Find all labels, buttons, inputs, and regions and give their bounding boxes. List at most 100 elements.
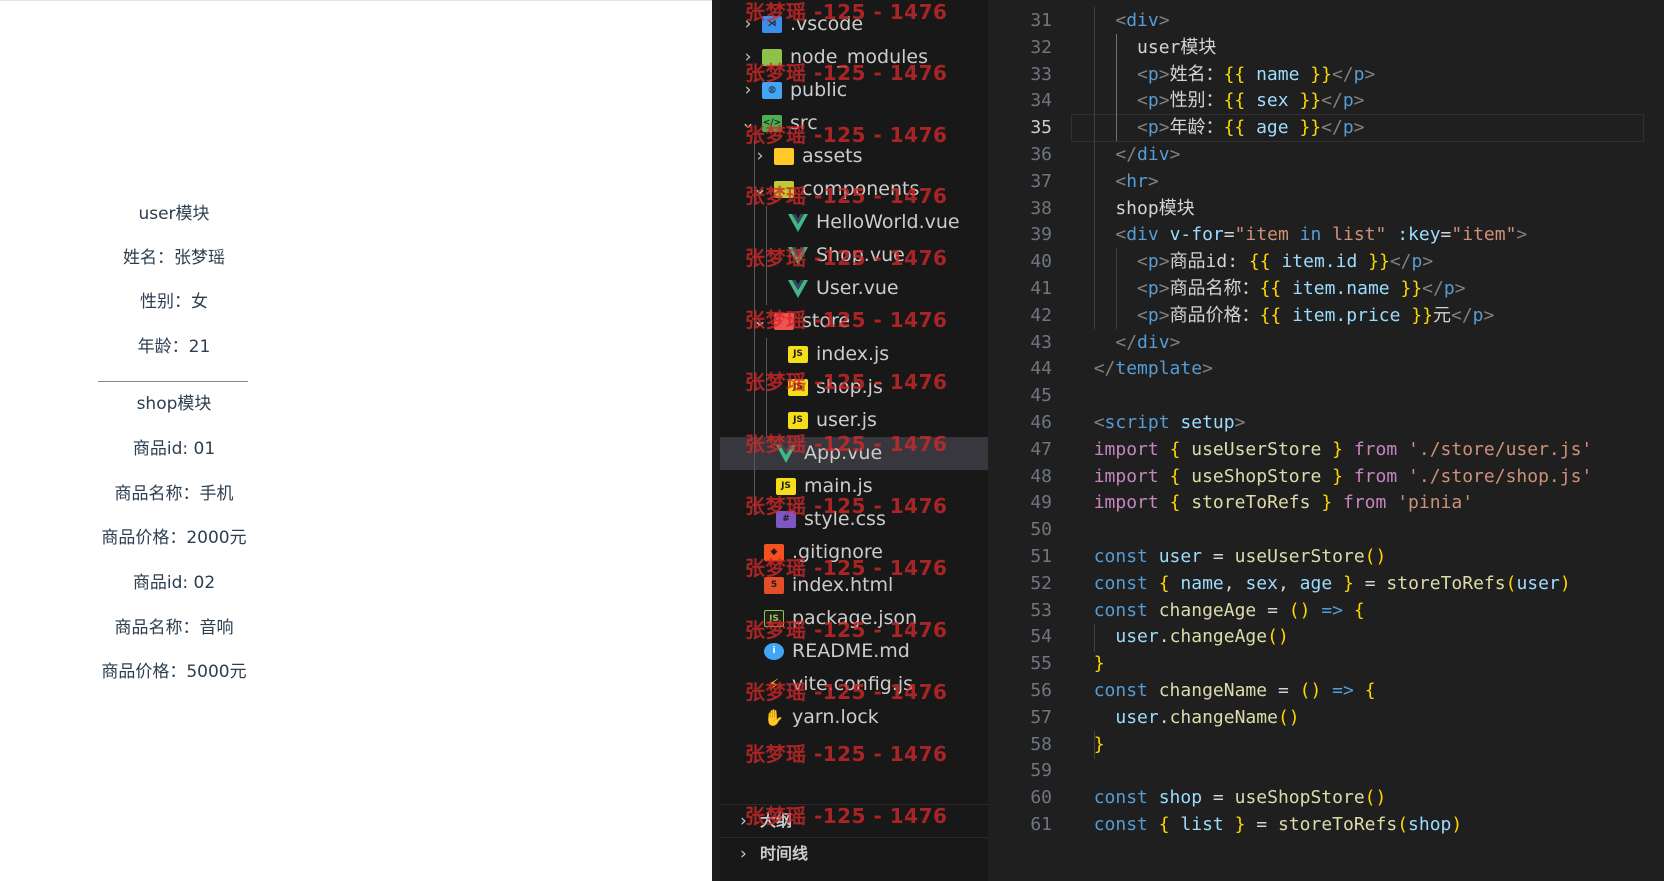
tree-item-vite-config-js[interactable]: ⚡ vite.config.js [720,668,988,701]
code-line[interactable]: <div v-for="item in list" :key="item"> [1072,221,1527,249]
tree-item-helloworld-vue[interactable]: HelloWorld.vue [720,206,988,239]
tree-item-label: App.vue [804,442,883,464]
preview-item1-name: 商品名称：手机 [114,484,234,504]
code-line[interactable]: <p>商品id: {{ item.id }}</p> [1072,248,1433,276]
code-line[interactable]: shop模块 [1072,195,1194,223]
code-line[interactable]: <hr> [1072,168,1158,196]
tree-item-label: Shop.vue [816,244,905,266]
line-number-gutter: 31 32 33 34 35 36 37 38 39 40 41 42 43 44 45 46 47 48 49 50… [988,0,1052,881]
code-line[interactable]: } [1072,650,1105,678]
tree-item-label: .gitignore [792,541,883,563]
code-line[interactable]: <p>姓名：{{ name }}</p> [1072,61,1375,89]
file-explorer: › ⋊ .vscode › node_modules › ◍ public ⌄ </> src › as… [712,0,988,881]
tree-item-app-vue[interactable]: App.vue [720,437,988,470]
tree-item-readme-md[interactable]: i README.md [720,635,988,668]
line-number: 57 [1030,706,1052,728]
line-number: 50 [1030,519,1052,541]
code-line[interactable]: const changeName = () => { [1072,677,1376,705]
line-number: 53 [1030,599,1052,621]
tree-item-label: store [802,310,851,332]
code-line[interactable]: const changeAge = () => { [1072,597,1365,625]
tree-item-index-js[interactable]: JS index.js [720,338,988,371]
tree-item-components[interactable]: ⌄ components [720,173,988,206]
tree-item-label: src [790,112,818,134]
tree-item-label: index.html [792,574,894,596]
tree-item-package-json[interactable]: JS package.json [720,602,988,635]
tree-item-label: shop.js [816,376,883,398]
code-line[interactable]: <div> [1072,7,1169,35]
line-number: 49 [1030,492,1052,514]
tree-item-user-js[interactable]: JS user.js [720,404,988,437]
node-folder-icon [762,49,782,66]
code-line[interactable]: <script setup> [1072,409,1246,437]
code-line[interactable]: </template> [1072,355,1213,383]
line-number: 36 [1030,144,1052,165]
code-editor[interactable]: 31 32 33 34 35 36 37 38 39 40 41 42 43 44 45 46 47 48 49 50… [988,0,1664,881]
timeline-section[interactable]: › 时间线 [720,837,988,869]
tree-item-gitignore[interactable]: ◆ .gitignore [720,536,988,569]
preview-item2-name: 商品名称：音响 [114,618,234,638]
code-line[interactable]: const { list } = storeToRefs(shop) [1072,811,1463,839]
code-line[interactable]: </div> [1072,141,1180,169]
preview-user-name: 姓名：张梦瑶 [123,248,225,268]
tree-item-store[interactable]: ⌄ store [720,305,988,338]
tree-item-shop-js[interactable]: JS shop.js [720,371,988,404]
tree-item-public[interactable]: › ◍ public [720,74,988,107]
tree-item-node-modules[interactable]: › node_modules [720,41,988,74]
line-number: 31 [1030,10,1052,31]
tree-item-label: user.js [816,409,877,431]
line-number: 58 [1030,733,1052,755]
components-folder-icon [774,181,794,198]
code-line[interactable]: const { name, sex, age } = storeToRefs(u… [1072,570,1571,598]
code-line[interactable]: </div> [1072,329,1180,357]
preview-shop-heading: shop模块 [136,394,212,414]
line-number: 33 [1030,63,1052,85]
tree-indent-guide [766,338,767,437]
src-folder-icon: </> [762,115,782,132]
tree-item-index-html[interactable]: 5 index.html [720,569,988,602]
js-file-icon: JS [776,478,796,495]
js-file-icon: JS [788,346,808,363]
line-number: 61 [1030,814,1052,835]
tree-item-label: HelloWorld.vue [816,211,960,233]
code-line[interactable]: import { storeToRefs } from 'pinia' [1072,489,1473,517]
code-line[interactable]: <p>商品名称：{{ item.name }}</p> [1072,275,1466,303]
preview-user-sex: 性别：女 [140,292,208,312]
tree-item-label: assets [802,145,863,167]
vite-file-icon: ⚡ [768,675,780,694]
code-line[interactable]: } [1072,731,1105,759]
tree-item-vscode[interactable]: › ⋊ .vscode [720,8,988,41]
preview-item1-price: 商品价格：2000元 [101,528,247,548]
code-line[interactable]: const user = useUserStore() [1072,543,1387,571]
code-line[interactable]: <p>商品价格：{{ item.price }}元</p> [1072,302,1494,330]
outline-section[interactable]: › 大纲 [720,804,988,836]
tree-item-assets[interactable]: › assets [720,140,988,173]
tree-item-src[interactable]: ⌄ </> src [720,107,988,140]
tree-item-main-js[interactable]: JS main.js [720,470,988,503]
tree-item-user-vue[interactable]: User.vue [720,272,988,305]
vue-file-icon [788,247,808,265]
tree-item-yarn-lock[interactable]: ✋ yarn.lock [720,701,988,734]
line-number: 54 [1030,626,1052,648]
vue-file-icon [776,445,796,463]
code-line[interactable]: import { useShopStore } from './store/sh… [1072,463,1593,491]
html-file-icon: 5 [764,577,784,594]
code-line[interactable]: const shop = useShopStore() [1072,784,1387,812]
line-number: 47 [1030,438,1052,460]
code-line[interactable]: import { useUserStore } from './store/us… [1072,436,1593,464]
explorer-sash[interactable] [712,0,720,881]
code-indent-guide [1094,7,1095,329]
line-number: 34 [1030,90,1052,112]
js-file-icon: JS [788,379,808,396]
preview-item1-id: 商品id: 01 [132,439,216,459]
assets-folder-icon [774,148,794,165]
preview-item2-price: 商品价格：5000元 [101,662,247,682]
line-number: 55 [1030,653,1052,675]
preview-item2-id: 商品id: 02 [132,573,216,593]
tree-item-shop-vue[interactable]: Shop.vue [720,239,988,272]
code-line[interactable]: user.changeAge() [1072,623,1288,651]
code-indent-guide [1116,248,1117,329]
code-line[interactable]: user.changeName() [1072,704,1299,732]
tree-item-style-css[interactable]: # style.css [720,503,988,536]
tree-item-label: package.json [792,607,918,629]
